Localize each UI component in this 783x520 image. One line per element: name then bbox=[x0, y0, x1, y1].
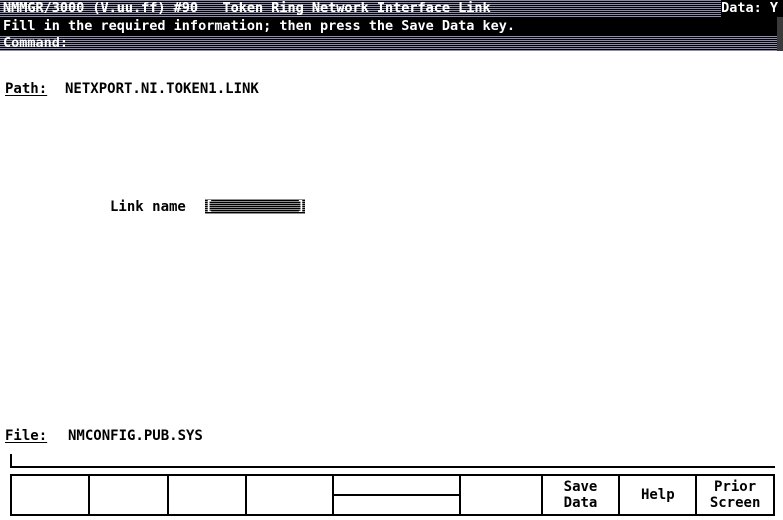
softkey-f3[interactable] bbox=[168, 476, 248, 514]
field-close-bracket: ] bbox=[296, 199, 305, 214]
field-open-bracket: [ bbox=[205, 199, 214, 214]
softkey-help[interactable]: Help bbox=[620, 476, 698, 514]
softkey-save-data[interactable]: Save Data bbox=[542, 476, 621, 514]
command-line[interactable]: Command: bbox=[0, 35, 783, 51]
softkey-save-data-line2: Data bbox=[563, 495, 598, 511]
message-text: Fill in the required information; then p… bbox=[3, 18, 516, 34]
command-input[interactable] bbox=[68, 35, 783, 51]
softkey-separator bbox=[10, 466, 775, 468]
softkey-f1[interactable] bbox=[12, 476, 90, 514]
command-label: Command: bbox=[3, 35, 69, 51]
softkey-prior-screen[interactable]: Prior Screen bbox=[697, 476, 775, 514]
softkey-f4[interactable] bbox=[247, 476, 335, 514]
softkey-save-data-line1: Save bbox=[563, 479, 598, 495]
function-key-bar: Save Data Help Prior Screen bbox=[10, 474, 775, 516]
file-label: File: bbox=[5, 428, 48, 444]
link-name-label: Link name bbox=[110, 199, 186, 215]
title-bar: NMMGR/3000 (V.uu.ff) #90 Token Ring Netw… bbox=[0, 0, 783, 17]
message-line: Fill in the required information; then p… bbox=[0, 17, 783, 35]
softkey-help-line1: Help bbox=[640, 487, 675, 503]
title-gap bbox=[198, 0, 222, 17]
terminal-screen: NMMGR/3000 (V.uu.ff) #90 Token Ring Netw… bbox=[0, 0, 783, 520]
softkey-f2[interactable] bbox=[89, 476, 169, 514]
form-body: Path: NETXPORT.NI.TOKEN1.LINK Link name … bbox=[0, 51, 783, 466]
data-status-flag: Data: Y bbox=[721, 0, 783, 17]
app-title: NMMGR/3000 (V.uu.ff) #90 bbox=[3, 0, 199, 16]
file-value: NMCONFIG.PUB.SYS bbox=[68, 428, 203, 444]
screen-title: Token Ring Network Interface Link bbox=[222, 0, 491, 16]
title-bar-background: NMMGR/3000 (V.uu.ff) #90 Token Ring Netw… bbox=[0, 0, 722, 17]
path-value: NETXPORT.NI.TOKEN1.LINK bbox=[65, 81, 259, 97]
softkey-f6[interactable] bbox=[460, 476, 543, 514]
softkey-prior-screen-line1: Prior bbox=[714, 479, 757, 495]
path-label: Path: bbox=[5, 81, 48, 97]
softkey-prior-screen-line2: Screen bbox=[709, 495, 761, 511]
softkey-f5[interactable] bbox=[334, 476, 461, 514]
link-name-input[interactable]: [ ] bbox=[205, 199, 305, 214]
